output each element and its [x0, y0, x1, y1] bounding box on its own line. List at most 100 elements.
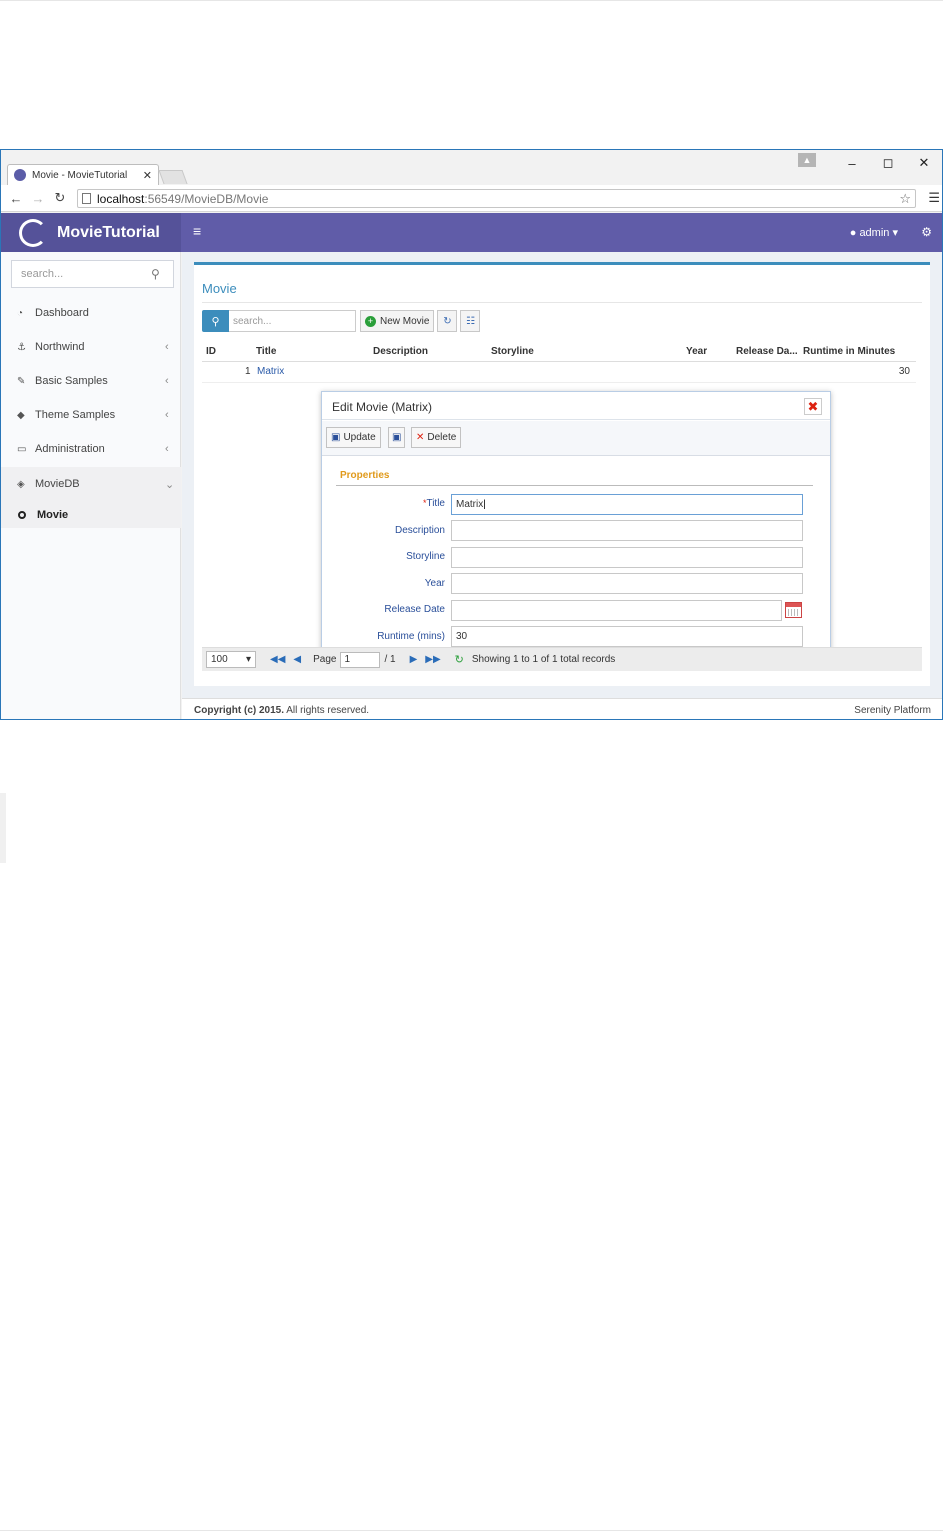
update-button[interactable]: ▣ Update	[326, 427, 381, 448]
profile-icon[interactable]: ▲	[798, 153, 816, 167]
apply-changes-button[interactable]: ▣	[388, 427, 406, 448]
forward-icon[interactable]: →	[27, 191, 49, 206]
refresh-icon: ↻	[443, 315, 452, 327]
anchor-icon: ⚓	[17, 341, 26, 353]
floppy-icon: ▣	[392, 432, 402, 443]
sidebar-search-input[interactable]: search... ⚲	[11, 260, 174, 288]
page-size-select[interactable]: 100 ▾	[206, 651, 256, 668]
column-header-description[interactable]: Description	[373, 346, 428, 357]
chevron-down-icon: ⌄	[165, 478, 175, 491]
first-page-icon[interactable]: ◀◀	[270, 654, 285, 665]
year-field[interactable]	[451, 573, 803, 594]
chevron-left-icon: ‹	[165, 341, 169, 353]
column-header-storyline[interactable]: Storyline	[491, 346, 534, 357]
sidebar-item-administration[interactable]: ▭ Administration ‹	[1, 432, 181, 466]
tab-close-icon[interactable]: ✕	[143, 169, 152, 182]
user-name: admin	[859, 227, 890, 239]
browser-window: ▲ – ◻ ✕ Movie - MovieTutorial ✕ ← → ↻ lo…	[0, 149, 943, 720]
dropdown-caret-icon: ▾	[245, 654, 251, 665]
browser-menu-icon[interactable]: ☰	[928, 190, 940, 206]
table-row[interactable]: 1 Matrix 30	[202, 362, 916, 383]
column-header-id[interactable]: ID	[206, 346, 216, 357]
close-window-button[interactable]: ✕	[906, 152, 942, 174]
quick-search-icon[interactable]: ⚲	[202, 310, 229, 332]
dialog-title-bar[interactable]: Edit Movie (Matrix) ✖	[322, 392, 830, 420]
category-divider	[336, 485, 813, 486]
search-icon[interactable]: ⚲	[151, 267, 173, 281]
back-icon[interactable]: ←	[5, 191, 27, 206]
column-header-year[interactable]: Year	[686, 346, 707, 357]
minimize-button[interactable]: –	[834, 152, 870, 174]
browser-toolbar: ← → ↻ localhost:56549/MovieDB/Movie ☆ ☰	[1, 185, 942, 212]
column-header-release-date[interactable]: Release Da...	[736, 346, 798, 357]
new-tab-button[interactable]	[158, 170, 188, 184]
sidebar-item-label: Northwind	[35, 341, 85, 353]
content-area: Movie ⚲ search... + New Movie ↻ ☷ ID Tit…	[182, 252, 942, 698]
last-page-icon[interactable]: ▶▶	[425, 654, 440, 665]
platform-link[interactable]: Serenity Platform	[854, 705, 931, 716]
sidebar-item-label: Dashboard	[35, 307, 89, 319]
sidebar-item-basic-samples[interactable]: ✎ Basic Samples ‹	[1, 364, 181, 398]
bookmark-star-icon[interactable]: ☆	[899, 191, 911, 207]
sidebar-item-label: Basic Samples	[35, 375, 108, 387]
next-page-icon[interactable]: ▶	[410, 654, 418, 665]
user-menu[interactable]: ● admin ▾	[850, 226, 898, 239]
runtime-label: Runtime (mins)	[377, 631, 445, 642]
delete-label: Delete	[427, 432, 457, 443]
sidebar-item-dashboard[interactable]: ◔ Dashboard	[1, 296, 181, 330]
maximize-button[interactable]: ◻	[870, 152, 906, 174]
page-number-value: 1	[344, 654, 351, 665]
storyline-field[interactable]	[451, 547, 803, 568]
description-field[interactable]	[451, 520, 803, 541]
column-picker-button[interactable]: ☷	[460, 310, 481, 332]
sidebar-item-label: Theme Samples	[35, 409, 116, 421]
reload-icon[interactable]: ↻	[49, 190, 71, 206]
title-field[interactable]: Matrix |	[451, 494, 803, 515]
calendar-icon[interactable]	[785, 602, 802, 618]
edit-movie-dialog: Edit Movie (Matrix) ✖ ▣ Update ▣ ✕ Delet…	[321, 391, 831, 653]
app-header: MovieTutorial ≡ ● admin ▾ ⚙	[1, 213, 942, 252]
column-header-title[interactable]: Title	[256, 346, 276, 357]
sidebar-toggle-icon[interactable]: ≡	[193, 223, 201, 239]
url-path: :56549/MovieDB/Movie	[144, 191, 269, 206]
pager-status: Showing 1 to 1 of 1 total records	[471, 654, 616, 665]
page-label: Page	[313, 654, 337, 665]
settings-icon[interactable]: ⚙	[921, 225, 932, 239]
update-label: Update	[343, 432, 376, 443]
sidebar-item-theme-samples[interactable]: ◆ Theme Samples ‹	[1, 398, 181, 432]
quick-search-placeholder: search...	[233, 315, 272, 327]
wrench-icon: ✎	[17, 375, 26, 387]
copyright-bold: Copyright (c) 2015.	[194, 705, 285, 716]
refresh-button[interactable]: ↻	[437, 310, 458, 332]
dialog-close-icon[interactable]: ✖	[804, 398, 822, 415]
browser-tab[interactable]: Movie - MovieTutorial ✕	[7, 164, 159, 185]
sidebar-item-label: Administration	[35, 443, 105, 455]
movie-grid-panel: Movie ⚲ search... + New Movie ↻ ☷ ID Tit…	[194, 262, 930, 686]
sidebar-item-northwind[interactable]: ⚓ Northwind ‹	[1, 330, 181, 364]
address-bar[interactable]: localhost:56549/MovieDB/Movie ☆	[77, 189, 916, 208]
grid-pager: 100 ▾ ◀◀ ◀ Page 1 / 1 ▶ ▶▶ ↻ Showing 1 t…	[202, 647, 922, 671]
circle-icon	[18, 510, 26, 519]
column-header-runtime[interactable]: Runtime in Minutes	[803, 346, 895, 357]
text-cursor: |	[483, 499, 486, 510]
new-movie-button[interactable]: + New Movie	[360, 310, 435, 332]
pager-refresh-icon[interactable]: ↻	[455, 653, 464, 666]
sidebar-item-moviedb[interactable]: ◈ MovieDB ⌄	[1, 467, 181, 501]
page-icon	[82, 193, 91, 204]
title-divider	[202, 302, 922, 303]
page-title: Movie	[202, 281, 237, 296]
release-date-field[interactable]	[451, 600, 782, 621]
quick-search-input[interactable]: search...	[229, 310, 356, 332]
runtime-field[interactable]: 30	[451, 626, 803, 647]
cell-title-link[interactable]: Matrix	[257, 366, 284, 377]
logo[interactable]: MovieTutorial	[1, 213, 181, 252]
title-field-value: Matrix	[456, 499, 484, 510]
delete-button[interactable]: ✕ Delete	[411, 427, 462, 448]
footer: Copyright (c) 2015. All rights reserved.…	[182, 698, 942, 719]
delete-x-icon: ✕	[416, 432, 425, 443]
app-name: MovieTutorial	[57, 223, 160, 241]
previous-page-icon[interactable]: ◀	[293, 654, 301, 665]
column-picker-icon: ☷	[465, 315, 475, 327]
page-number-input[interactable]: 1	[340, 651, 381, 668]
sidebar-subitem-movie[interactable]: Movie	[1, 501, 181, 528]
